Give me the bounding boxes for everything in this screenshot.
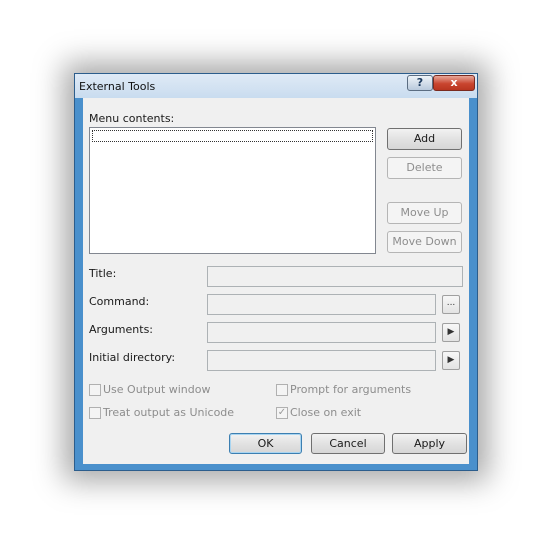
checkmark-icon: ✓ [277,407,287,418]
title-label: Title: [89,267,117,280]
external-tools-dialog: External Tools ? x Menu contents: Add De… [74,73,478,471]
menu-contents-label: Menu contents: [89,112,175,125]
delete-button-label: Delete [406,161,443,174]
help-button[interactable]: ? [407,75,433,91]
menu-contents-list[interactable] [89,127,376,254]
initial-directory-label: Initial directory: [89,351,176,364]
move-down-button-label: Move Down [392,235,457,248]
move-down-button[interactable]: Move Down [387,231,462,253]
help-icon: ? [416,76,424,89]
arguments-field[interactable] [207,322,436,343]
cancel-button[interactable]: Cancel [311,433,385,454]
prompt-for-arguments-checkbox[interactable] [276,384,288,396]
ellipsis-icon: ... [446,298,456,308]
initial-directory-field[interactable] [207,350,436,371]
browse-command-button[interactable]: ... [442,295,460,314]
prompt-for-arguments-label: Prompt for arguments [290,383,412,396]
right-arrow-icon: ▶ [447,327,455,337]
treat-output-unicode-checkbox[interactable] [89,407,101,419]
close-button[interactable]: x [433,75,475,91]
title-bar[interactable]: External Tools ? x [75,74,477,98]
close-on-exit-label: Close on exit [290,406,362,419]
list-focus-item[interactable] [92,130,373,142]
command-field[interactable] [207,294,436,315]
use-output-window-label: Use Output window [103,383,211,396]
delete-button[interactable]: Delete [387,157,462,179]
treat-output-unicode-label: Treat output as Unicode [103,406,235,419]
close-on-exit-checkbox[interactable]: ✓ [276,407,288,419]
command-label: Command: [89,295,150,308]
dialog-body: Menu contents: Add Delete Move Up Move D… [83,98,469,464]
close-icon: x [450,76,458,89]
initial-directory-menu-button[interactable]: ▶ [442,351,460,370]
ok-button-label: OK [257,437,274,450]
move-up-button-label: Move Up [400,206,449,219]
arguments-label: Arguments: [89,323,154,336]
use-output-window-checkbox[interactable] [89,384,101,396]
apply-button-label: Apply [413,437,446,450]
right-arrow-icon: ▶ [447,355,455,365]
add-button[interactable]: Add [387,128,462,150]
ok-button[interactable]: OK [229,433,302,454]
arguments-menu-button[interactable]: ▶ [442,323,460,342]
apply-button[interactable]: Apply [392,433,467,454]
add-button-label: Add [413,132,436,145]
cancel-button-label: Cancel [329,437,367,450]
move-up-button[interactable]: Move Up [387,202,462,224]
window-title: External Tools [79,80,156,93]
title-field[interactable] [207,266,463,287]
